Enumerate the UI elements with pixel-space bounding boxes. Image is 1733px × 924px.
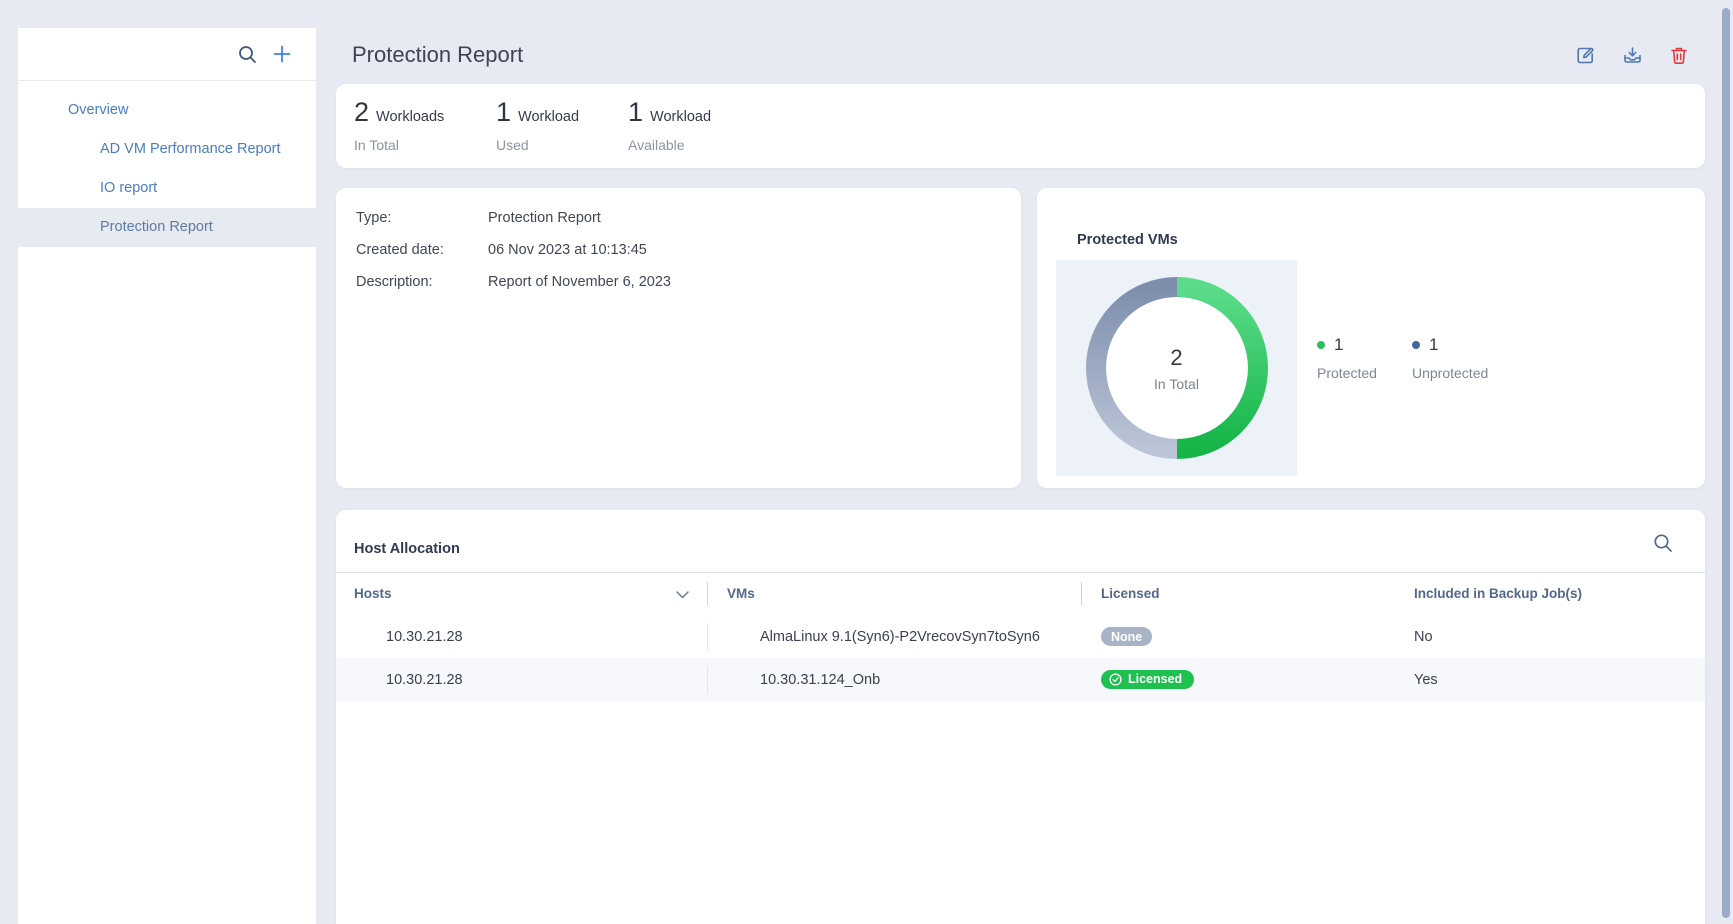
check-circle-icon — [1109, 673, 1122, 686]
stat-available-value: 1 — [628, 97, 643, 128]
stat-available-unit: Workload — [650, 109, 711, 125]
table-row: 10.30.21.28 10.30.31.124_Onb Licensed Ye… — [336, 658, 1705, 701]
stat-available-caption: Available — [628, 137, 711, 153]
detail-label: Type: — [356, 210, 488, 226]
license-badge-none: None — [1101, 627, 1152, 646]
donut-center: 2 In Total — [1056, 260, 1297, 476]
cell-vm: 10.30.31.124_Onb — [707, 672, 1081, 688]
header-actions — [1575, 45, 1705, 66]
legend-unprotected-value: 1 — [1429, 335, 1438, 355]
legend-protected-label: Protected — [1317, 365, 1377, 381]
page-title: Protection Report — [336, 42, 523, 68]
cell-vm: AlmaLinux 9.1(Syn6)-P2VrecovSyn7toSyn6 — [707, 629, 1081, 645]
sidebar-item-ad-vm-performance-report[interactable]: AD VM Performance Report — [18, 130, 316, 169]
detail-row-created-date: Created date: 06 Nov 2023 at 10:13:45 — [336, 234, 1021, 266]
stat-used: 1 Workload Used — [496, 97, 579, 153]
host-allocation-title: Host Allocation — [354, 541, 460, 557]
legend-dot-unprotected — [1412, 341, 1420, 349]
sidebar-item-protection-report[interactable]: Protection Report — [18, 208, 316, 247]
cell-divider — [707, 623, 708, 651]
cell-included: Yes — [1396, 672, 1438, 688]
cell-divider — [707, 666, 708, 694]
stat-total-value: 2 — [354, 97, 369, 128]
cell-licensed: Licensed — [1081, 670, 1396, 690]
sidebar: Overview AD VM Performance Report IO rep… — [18, 28, 316, 924]
column-divider — [1081, 582, 1082, 605]
legend-unprotected: 1 Unprotected — [1412, 335, 1488, 381]
add-report-button[interactable] — [272, 44, 292, 64]
report-nav: Overview AD VM Performance Report IO rep… — [18, 81, 316, 247]
stat-total-unit: Workloads — [376, 109, 444, 125]
column-header-hosts: Hosts — [354, 572, 392, 615]
legend-unprotected-label: Unprotected — [1412, 365, 1488, 381]
legend-dot-protected — [1317, 341, 1325, 349]
cell-licensed: None — [1081, 627, 1396, 646]
stat-total-caption: In Total — [354, 137, 444, 153]
cell-host: 10.30.21.28 — [336, 672, 707, 688]
edit-icon[interactable] — [1575, 45, 1596, 66]
chevron-down-icon[interactable] — [676, 586, 689, 604]
search-icon[interactable] — [238, 45, 257, 64]
stat-used-value: 1 — [496, 97, 511, 128]
protected-vms-donut-chart: 2 In Total — [1056, 260, 1297, 476]
report-details-card: Type: Protection Report Created date: 06… — [336, 188, 1021, 488]
table-search-icon[interactable] — [1653, 533, 1673, 553]
column-divider — [707, 582, 708, 605]
table-body: 10.30.21.28 AlmaLinux 9.1(Syn6)-P2Vrecov… — [336, 615, 1705, 701]
trash-icon[interactable] — [1669, 45, 1689, 66]
sidebar-item-io-report[interactable]: IO report — [18, 169, 316, 208]
detail-value: 06 Nov 2023 at 10:13:45 — [488, 242, 647, 258]
cell-included: No — [1396, 629, 1433, 645]
column-header-vms: VMs — [727, 572, 755, 615]
donut-total-label: In Total — [1154, 376, 1199, 392]
sidebar-item-overview[interactable]: Overview — [18, 91, 316, 130]
protected-vms-title: Protected VMs — [1077, 232, 1178, 248]
detail-row-description: Description: Report of November 6, 2023 — [336, 266, 1021, 298]
stat-available: 1 Workload Available — [628, 97, 711, 153]
detail-label: Description: — [356, 274, 488, 290]
stat-used-unit: Workload — [518, 109, 579, 125]
detail-value: Report of November 6, 2023 — [488, 274, 671, 290]
cell-host: 10.30.21.28 — [336, 629, 707, 645]
main-header: Protection Report — [336, 34, 1705, 76]
detail-label: Created date: — [356, 242, 488, 258]
column-header-included: Included in Backup Job(s) — [1414, 572, 1582, 615]
legend-protected-value: 1 — [1334, 335, 1343, 355]
host-allocation-card: Host Allocation Hosts VMs Licensed Inclu… — [336, 510, 1705, 924]
detail-row-type: Type: Protection Report — [336, 202, 1021, 234]
page-scrollbar[interactable] — [1722, 8, 1730, 918]
workloads-summary-card: 2 Workloads In Total 1 Workload Used 1 W… — [336, 84, 1705, 168]
license-badge-label: Licensed — [1128, 672, 1182, 686]
protected-vms-card: Protected VMs 2 In Total — [1037, 188, 1705, 488]
detail-value: Protection Report — [488, 210, 601, 226]
table-row: 10.30.21.28 AlmaLinux 9.1(Syn6)-P2Vrecov… — [336, 615, 1705, 658]
protection-report-page: Overview AD VM Performance Report IO rep… — [0, 0, 1733, 924]
table-header: Hosts VMs Licensed Included in Backup Jo… — [336, 572, 1705, 615]
stat-used-caption: Used — [496, 137, 579, 153]
stat-total: 2 Workloads In Total — [354, 97, 444, 153]
license-badge-licensed: Licensed — [1101, 670, 1194, 689]
column-header-licensed: Licensed — [1101, 572, 1160, 615]
donut-total-value: 2 — [1170, 345, 1182, 371]
legend-protected: 1 Protected — [1317, 335, 1377, 381]
download-icon[interactable] — [1622, 45, 1643, 66]
sidebar-toolbar — [18, 28, 316, 81]
